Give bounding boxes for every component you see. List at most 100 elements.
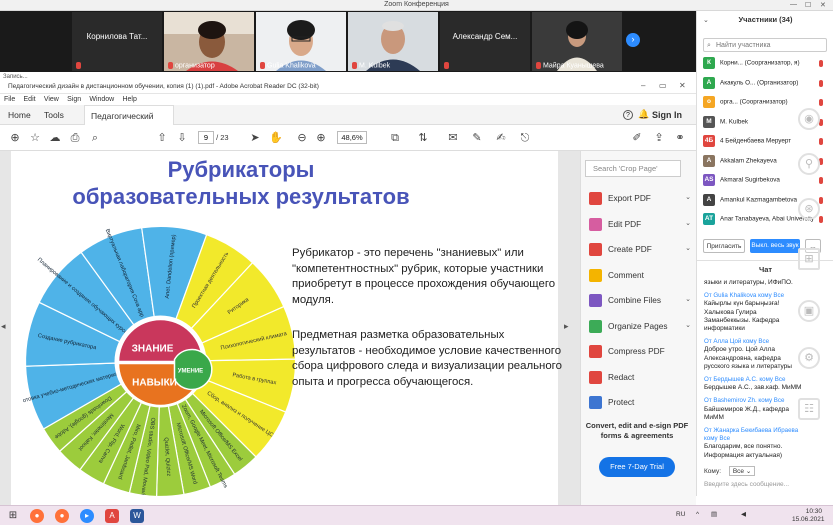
expand-right-arrow-icon[interactable]: ▸ [564, 321, 569, 332]
volume-icon[interactable]: ◀ [741, 511, 746, 519]
chevron-down-icon[interactable]: ⌄ [685, 214, 691, 234]
tool-item[interactable]: Organize Pages ⌄ [585, 316, 693, 336]
maximize-button[interactable]: ☐ [805, 1, 811, 9]
zoom-in-icon[interactable]: ⊕ [314, 131, 328, 145]
firefox-icon[interactable]: ● [55, 509, 69, 523]
select-cursor-icon[interactable]: ➤ [248, 131, 262, 145]
fit-page-icon[interactable]: ⧉ [388, 131, 402, 145]
chevron-down-icon[interactable]: ⌄ [685, 316, 691, 336]
page-down-icon[interactable]: ⇩ [175, 131, 189, 145]
tools-search-input[interactable]: Search 'Crop Page' [585, 160, 681, 177]
desktop-shortcut-icon[interactable]: ▣ [798, 300, 820, 322]
participant-search-input[interactable]: ⌕ Найти участника [703, 38, 827, 52]
tool-item[interactable]: Export PDF ⌄ [585, 188, 693, 208]
tool-icon [589, 319, 602, 333]
next-page-button[interactable]: › [626, 33, 640, 47]
scroll-mode-icon[interactable]: ⇅ [416, 131, 430, 145]
minimize-button[interactable]: — [790, 1, 797, 8]
language-indicator[interactable]: RU [676, 511, 685, 519]
sign-icon[interactable]: ✍ [494, 131, 508, 145]
taskbar: ⊞ ● ● ▸ A W RU ^ ▤ ◀ 10:30 15.06.2021 [0, 505, 833, 525]
tool-item[interactable]: Redact [585, 367, 693, 387]
participant-row[interactable]: 4Б 4 Бейденбаева Меруерт [703, 135, 831, 151]
word-app-icon[interactable]: W [130, 509, 144, 523]
maximize-button[interactable]: ▭ [659, 81, 667, 90]
bookmark-star-icon[interactable]: ☆ [28, 131, 42, 145]
firefox-icon[interactable]: ● [30, 509, 44, 523]
invite-button[interactable]: Пригласить [703, 239, 745, 253]
tray-chevron-icon[interactable]: ^ [696, 511, 699, 519]
chevron-down-icon[interactable]: ⌄ [685, 290, 691, 310]
start-windows-icon[interactable]: ⊞ [6, 509, 20, 523]
menu-window[interactable]: Window [89, 96, 114, 103]
tool-item[interactable]: Compress PDF [585, 341, 693, 361]
menu-view[interactable]: View [44, 96, 59, 103]
chevron-down-icon[interactable]: ⌄ [685, 188, 691, 208]
acrobat-app-icon[interactable]: A [105, 509, 119, 523]
video-tile[interactable]: организатор [164, 12, 254, 71]
menu-sign[interactable]: Sign [67, 96, 81, 103]
video-tile[interactable]: Корнилова Тат... [72, 12, 162, 71]
clock[interactable]: 10:30 15.06.2021 [792, 508, 825, 524]
zoom-level[interactable]: 48,6% [337, 131, 367, 144]
minimize-button[interactable]: – [641, 81, 645, 90]
video-tile[interactable]: Gulia Khalikova [256, 12, 346, 71]
participant-name: Amankul Kazmagambetova [720, 196, 798, 204]
desktop-shortcut-icon[interactable]: ⊛ [798, 198, 820, 220]
comment-icon[interactable]: ✉ [446, 131, 460, 145]
participant-row[interactable]: AS Akmaral Sugirbekova [703, 174, 831, 190]
tool-item[interactable]: Protect [585, 392, 693, 412]
collapse-left-arrow-icon[interactable]: ◂ [1, 321, 6, 332]
help-icon[interactable]: ? [623, 110, 633, 120]
windows-logo-icon[interactable]: ⊞ [798, 248, 820, 270]
edit-pen-icon[interactable]: ✐ [630, 131, 644, 145]
desktop-shortcut-icon[interactable]: ☷ [798, 398, 820, 420]
document-viewport[interactable]: ◂ Рубрикаторы образовательных результато… [0, 151, 580, 513]
tab-document[interactable]: Педагогический ди...× [84, 105, 174, 141]
search-icon[interactable]: ⌕ [88, 131, 102, 145]
close-button[interactable]: ✕ [679, 81, 686, 90]
chat-message-input[interactable]: Введите здесь сообщение... [704, 481, 789, 488]
network-icon[interactable]: ▤ [711, 511, 717, 519]
settings-gear-icon[interactable]: ⚙ [798, 347, 820, 369]
share-icon[interactable]: ⇪ [652, 131, 666, 145]
tool-item[interactable]: Combine Files ⌄ [585, 290, 693, 310]
paragraph-definition: Рубрикатор - это перечень "знаниевых" ил… [292, 247, 556, 306]
video-tile[interactable]: M. Kulbek [348, 12, 438, 71]
stamp-icon[interactable]: ⎋ [518, 131, 532, 145]
page-number-input[interactable] [198, 131, 214, 144]
close-window-button[interactable]: ✕ [820, 1, 826, 9]
tool-icon [589, 192, 602, 206]
tab-home[interactable]: Home [2, 105, 37, 125]
upload-cloud-icon[interactable]: ☁ [48, 131, 62, 145]
tool-item[interactable]: Comment [585, 265, 693, 285]
chat-message: Байшемиров Ж.Д., кафедра МиММ [704, 405, 790, 421]
share-link-icon[interactable]: ⚭ [673, 131, 687, 145]
video-tile[interactable]: Александр Сем... [440, 12, 530, 71]
tool-item[interactable]: Create PDF ⌄ [585, 239, 693, 259]
recipient-dropdown[interactable]: Все ⌄ [728, 466, 756, 476]
tool-item[interactable]: Edit PDF ⌄ [585, 214, 693, 234]
tab-tools[interactable]: Tools [38, 105, 70, 125]
menu-file[interactable]: File [4, 96, 15, 103]
desktop-shortcut-icon[interactable]: ◉ [798, 108, 820, 130]
participant-row[interactable]: А Акакуль О... (Организатор) [703, 76, 831, 93]
free-trial-button[interactable]: Free 7-Day Trial [599, 457, 675, 477]
create-icon[interactable]: ⊕ [8, 131, 22, 145]
menu-edit[interactable]: Edit [24, 96, 36, 103]
highlight-pen-icon[interactable]: ✎ [470, 131, 484, 145]
bell-icon[interactable]: 🔔 [638, 109, 649, 120]
recipient-selector: Кому: Все ⌄ [704, 466, 756, 476]
participant-row[interactable]: К Корни... (Соорганизатор, я) [703, 57, 831, 73]
sign-in-button[interactable]: Sign In [652, 105, 682, 125]
chevron-down-icon[interactable]: ⌄ [685, 239, 691, 259]
menu-help[interactable]: Help [122, 96, 136, 103]
hand-tool-icon[interactable]: ✋ [269, 131, 283, 145]
mute-all-button[interactable]: Выкл. весь звук [750, 239, 800, 253]
page-up-icon[interactable]: ⇧ [155, 131, 169, 145]
zoom-app-icon[interactable]: ▸ [80, 509, 94, 523]
print-icon[interactable]: ⎙ [68, 131, 82, 145]
zoom-out-icon[interactable]: ⊖ [295, 131, 309, 145]
desktop-shortcut-icon[interactable]: ⚲ [798, 153, 820, 175]
video-tile[interactable]: Майра Куанышева [532, 12, 622, 71]
